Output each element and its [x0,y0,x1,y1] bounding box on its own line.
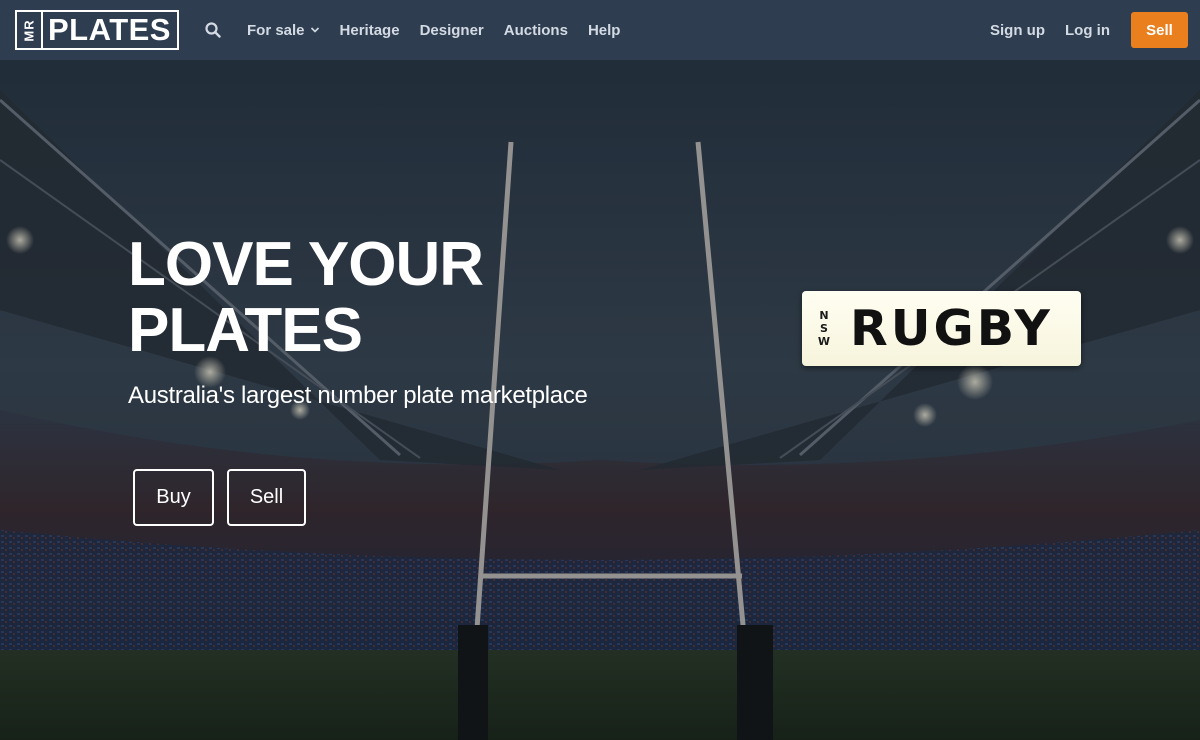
plate-state-letter: S [820,322,828,335]
sell-nav-button[interactable]: Sell [1131,12,1188,48]
logo-mr-box: MR [17,12,43,48]
hero-subtitle: Australia's largest number plate marketp… [128,382,588,409]
plate-state-label: N S W [810,309,838,348]
nav-auctions[interactable]: Auctions [494,22,578,39]
plate-text: RUGBY [850,300,1053,357]
main-nav: For sale Heritage Designer Auctions Help [237,22,630,39]
top-navbar: MR PLATES For sale Heritage Designer Auc… [0,0,1200,60]
logo-plates-text: PLATES [48,12,171,47]
logo-mr-text: MR [21,18,37,42]
hero-title-line-2: PLATES [128,296,363,365]
sell-button[interactable]: Sell [227,469,306,526]
chevron-down-icon [310,25,320,35]
nav-for-sale-label: For sale [247,21,305,39]
plate-state-letter: W [817,335,831,348]
nav-designer[interactable]: Designer [410,22,494,39]
hero-title: LOVE YOUR PLATES [128,230,484,365]
nav-help[interactable]: Help [578,22,631,39]
nav-for-sale[interactable]: For sale [237,22,330,39]
signup-link[interactable]: Sign up [980,22,1055,39]
featured-number-plate[interactable]: N S W RUGBY [802,291,1081,366]
plate-state-letter: N [819,309,829,322]
search-icon[interactable] [203,20,223,40]
buy-button[interactable]: Buy [133,469,214,526]
nav-heritage[interactable]: Heritage [330,22,410,39]
hero-section: LOVE YOUR PLATES Australia's largest num… [0,60,1200,740]
mr-plates-logo[interactable]: MR PLATES [15,10,179,50]
hero-title-line-1: LOVE YOUR [128,230,484,299]
nav-account-area: Sign up Log in Sell [980,12,1188,48]
login-link[interactable]: Log in [1055,22,1120,39]
